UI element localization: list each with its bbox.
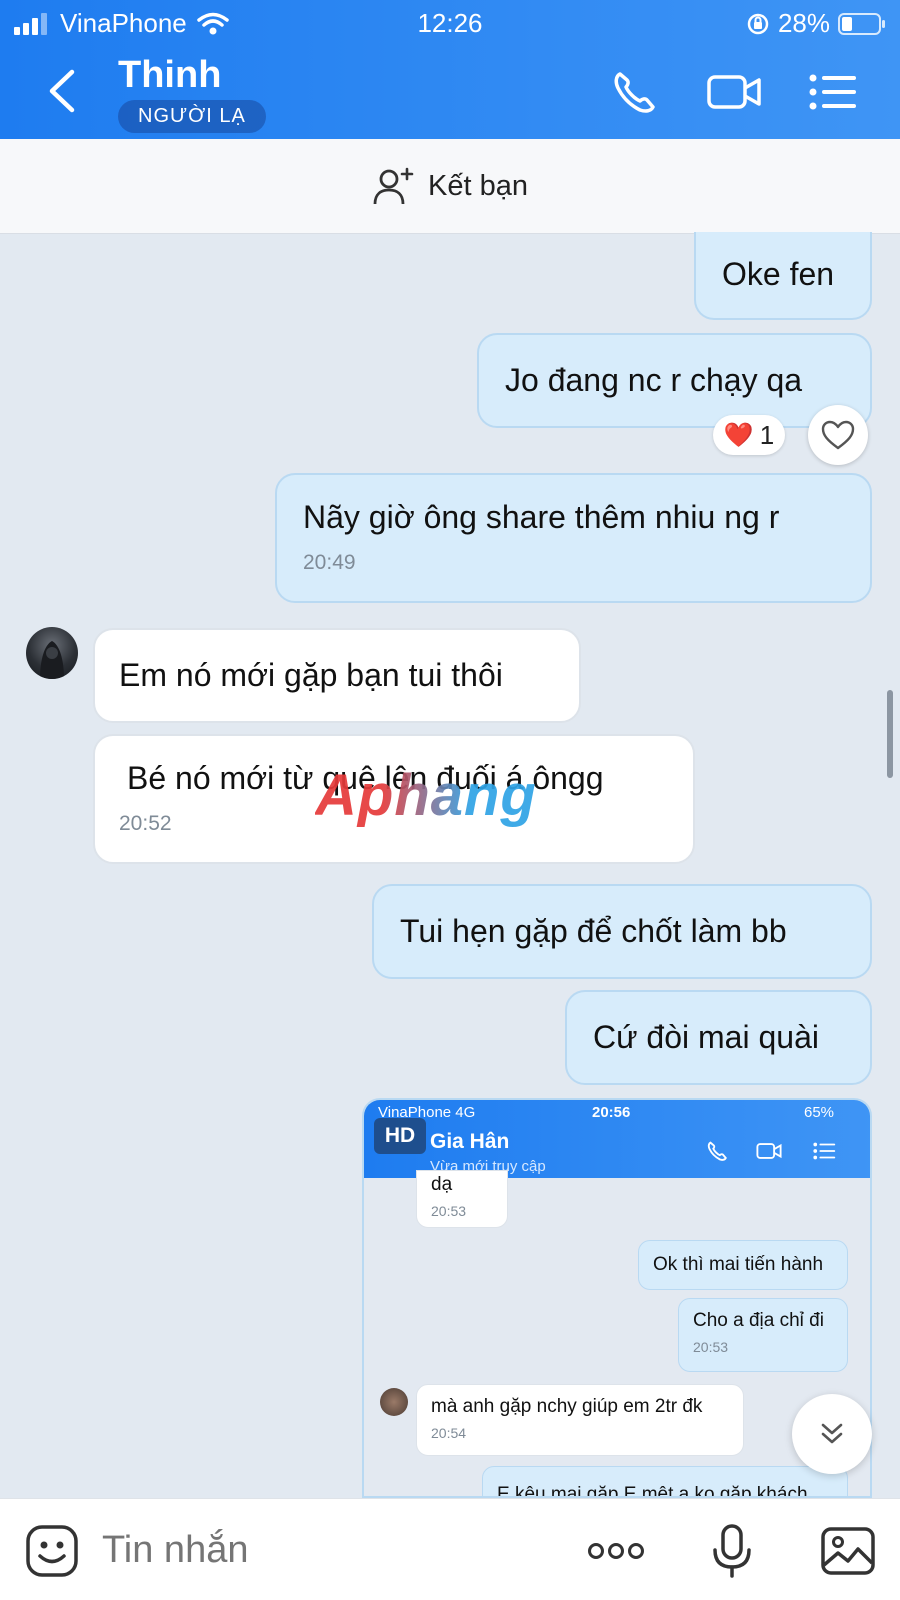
message-text: Em nó mới gặp bạn tui thôi (119, 657, 503, 693)
image-icon[interactable] (820, 1523, 876, 1579)
hooded-figure-avatar (40, 641, 64, 679)
embedded-contact-name: Gia Hân (430, 1130, 510, 1153)
add-user-icon (373, 167, 414, 205)
message-text: Jo đang nc r chạy qa (505, 362, 803, 398)
scroll-to-bottom-button[interactable] (792, 1394, 872, 1474)
heart-outline-icon (821, 420, 855, 450)
embedded-message: mà anh gặp nchy giúp em 2tr đk 20:54 (416, 1384, 744, 1456)
avatar[interactable] (26, 627, 78, 679)
message-bubble[interactable]: Nãy giờ ông share thêm nhiu ng r 20:49 (275, 473, 872, 603)
add-friend-button[interactable]: Kết bạn (0, 139, 900, 234)
message-text: Nãy giờ ông share thêm nhiu ng r (303, 499, 780, 535)
chat-header: VinaPhone 12:26 28% Thinh NGƯỜI LẠ (0, 0, 900, 139)
video-camera-icon[interactable] (706, 64, 762, 120)
phone-icon[interactable] (606, 64, 662, 120)
contact-name[interactable]: Thinh (118, 54, 221, 97)
like-button[interactable] (808, 405, 868, 465)
list-menu-icon (813, 1142, 836, 1160)
message-text: Oke fen (722, 256, 835, 292)
video-camera-icon (756, 1143, 782, 1159)
message-text: Cứ đòi mai quài (593, 1019, 819, 1055)
embedded-message-time: 20:53 (431, 1203, 467, 1219)
embedded-message-time: 20:53 (693, 1339, 729, 1355)
embedded-message-text: mà anh gặp nchy giúp em 2tr đk (431, 1396, 703, 1417)
embedded-message-text: Cho a địa chỉ đi (693, 1310, 824, 1331)
message-input[interactable] (102, 1525, 522, 1575)
embedded-message: dạ 20:53 (416, 1170, 508, 1228)
add-friend-label: Kết bạn (428, 169, 528, 202)
status-bar: VinaPhone 12:26 28% (0, 0, 900, 44)
message-bubble[interactable]: Cứ đòi mai quài (565, 990, 872, 1085)
embedded-battery: 65% (804, 1104, 835, 1121)
embedded-header: VinaPhone 4G 20:56 65% HD Gia Hân Vừa mớ… (364, 1100, 870, 1178)
embedded-message-text: E kêu mai gặp E mệt a ko gặp khách (497, 1484, 808, 1498)
message-bubble[interactable]: Em nó mới gặp bạn tui thôi (93, 628, 581, 723)
embedded-message: E kêu mai gặp E mệt a ko gặp khách (482, 1466, 848, 1498)
message-bubble[interactable]: Jo đang nc r chạy qa (477, 333, 872, 428)
emoji-icon[interactable] (24, 1523, 80, 1579)
embedded-message: Cho a địa chỉ đi 20:53 (678, 1298, 848, 1372)
chevron-left-icon[interactable] (40, 66, 84, 116)
message-input-bar (0, 1498, 900, 1600)
embedded-avatar (380, 1388, 408, 1416)
stranger-badge: NGƯỜI LẠ (118, 100, 266, 133)
message-text: Tui hẹn gặp để chốt làm bb (400, 913, 787, 949)
battery-icon (838, 12, 885, 35)
status-right: 28% (746, 8, 886, 39)
heart-emoji: ❤️ (723, 421, 754, 449)
embedded-message-text: dạ (431, 1174, 453, 1195)
battery-percent: 28% (777, 8, 830, 38)
phone-icon (707, 1141, 727, 1161)
reaction-count: 1 (759, 419, 775, 450)
message-bubble[interactable]: Tui hẹn gặp để chốt làm bb (372, 884, 872, 979)
watermark-logo: Aphang (315, 763, 537, 828)
hd-badge: HD (374, 1118, 426, 1154)
embedded-message: Ok thì mai tiến hành (638, 1240, 848, 1290)
embedded-time: 20:56 (592, 1104, 631, 1121)
embedded-message-time: 20:54 (431, 1425, 467, 1441)
embedded-message-text: Ok thì mai tiến hành (653, 1254, 824, 1275)
scrollbar[interactable] (887, 690, 893, 778)
orientation-lock-icon (747, 13, 769, 34)
message-bubble[interactable]: Oke fen (694, 232, 872, 320)
double-chevron-down-icon (821, 1423, 843, 1444)
message-time: 20:49 (303, 551, 356, 574)
reaction-badge[interactable]: ❤️ 1 (713, 415, 785, 455)
more-dots-icon[interactable] (586, 1523, 646, 1579)
list-menu-icon[interactable] (806, 64, 862, 120)
microphone-icon[interactable] (704, 1523, 760, 1579)
